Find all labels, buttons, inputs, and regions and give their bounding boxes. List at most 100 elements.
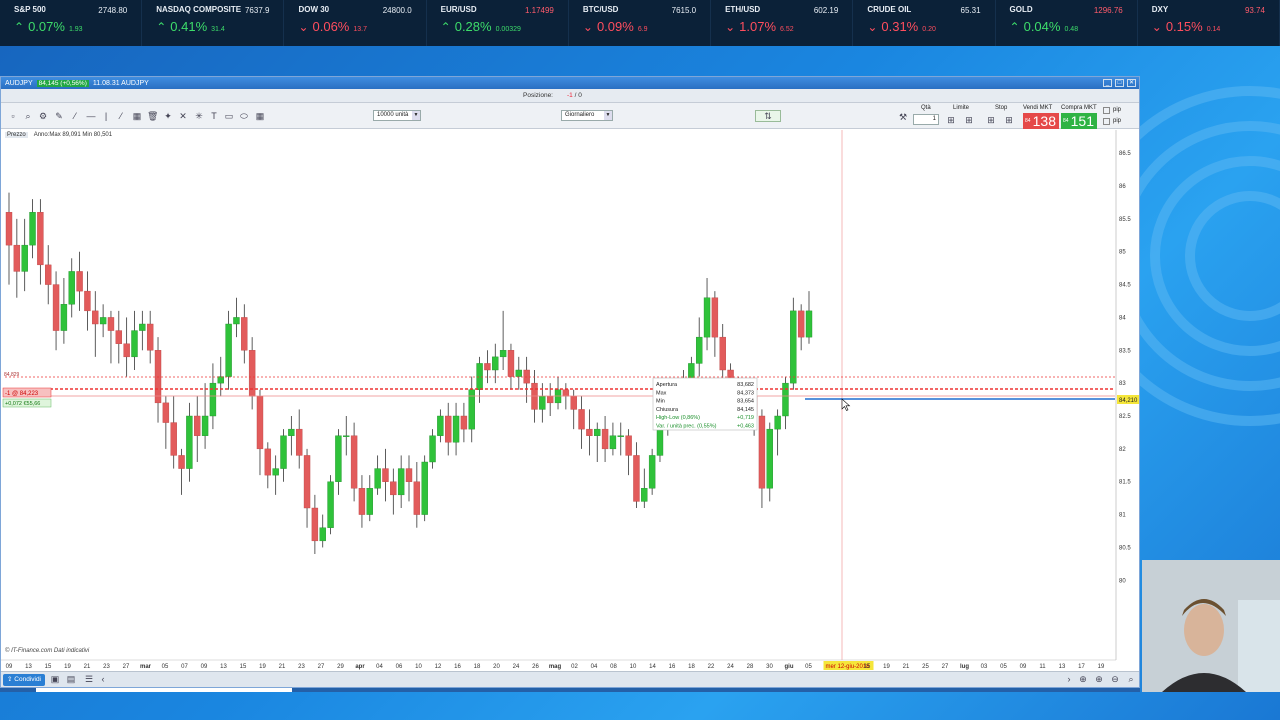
ticker-percent: 1.07% [739,19,777,34]
cursor-icon[interactable]: ▫ [7,110,19,122]
zoom-icon[interactable]: ⌕ [22,110,34,122]
trash-icon[interactable]: 🗑 [146,110,158,122]
candle-body [711,297,719,338]
candle-body [421,461,428,515]
x-tick-label: 15 [240,664,247,670]
window-time: 11.08.31 AUDJPY [92,79,149,87]
candle-body [437,415,444,436]
arrow-up-icon: ⌃ [14,20,25,34]
candle-body [264,448,272,476]
candlestick-chart[interactable]: 86.5 86 85.5 85 84.5 84 83.5 83 82.5 82 81.5 81 80.5… [1,130,1139,675]
x-tick-label: 26 [532,664,539,670]
candle-body [60,304,68,331]
wrench-icon[interactable]: ⚒ [897,111,909,123]
candle-body [186,415,193,469]
x-tick-label: 17 [1078,664,1085,670]
left-price-label: 84,829 [4,372,20,378]
ticker-item[interactable]: S&P 500 2748.80 ⌃ 0.07% 1.93 [0,0,143,46]
candle-body [507,350,515,377]
buy-market-button[interactable]: 84 151 [1061,113,1097,129]
x-tick-label: 27 [318,664,325,670]
candle-body [194,415,201,436]
fib-icon[interactable]: ✕ [177,110,189,122]
x-tick-label: 03 [981,664,988,670]
close-icon[interactable]: ✕ [1127,79,1136,87]
candle-body [492,356,499,371]
ticker-item[interactable]: EUR/USD 1.17499 ⌃ 0.28% 0.00329 [427,0,569,46]
list-icon[interactable]: ☰ [83,673,95,685]
layout-icon[interactable]: ▣ [49,673,61,685]
stop-buy-icon[interactable]: ⊞ [985,114,997,126]
sell-market-button[interactable]: 84 138 [1023,113,1059,129]
vline-icon[interactable]: | [100,110,112,122]
ticker-item[interactable]: DOW 30 24800.0 ⌄ 0.06% 13.7 [284,0,427,46]
rectangle-icon[interactable]: ▭ [223,110,235,122]
stop-pip-checkbox[interactable] [1103,107,1110,114]
zoom-fit-icon[interactable]: ⊕ [1077,673,1089,685]
ellipse-icon[interactable]: ⬭ [238,110,250,122]
x-tick-label: giu [785,664,794,670]
chevron-left-icon[interactable]: ‹ [97,673,109,685]
x-tick-label: 23 [103,664,110,670]
x-tick-label: 15 [45,664,52,670]
chevron-right-icon[interactable]: › [1063,673,1075,685]
x-tick-label: 28 [747,664,754,670]
limit-sell-icon[interactable]: ⊞ [963,114,975,126]
hline-icon[interactable]: — [85,110,97,122]
ticker-item[interactable]: ETH/USD 602.19 ⌄ 1.07% 6.52 [711,0,854,46]
ticker-item[interactable]: BTC/USD 7615.0 ⌄ 0.09% 6.9 [569,0,712,46]
period-select[interactable]: Giornaliero ▼ [561,110,613,121]
print-icon[interactable]: ▤ [65,673,77,685]
indicators-icon[interactable]: ⇅ [755,110,781,122]
x-tick-label: 21 [279,664,286,670]
ticker-change: 6.52 [780,26,794,33]
arrow-down-icon: ⌄ [298,20,309,34]
limit-pip-checkbox[interactable] [1103,118,1110,125]
position-pl: +0,072 €55,66 [5,401,40,407]
zoom-in-icon[interactable]: ⊕ [1093,673,1105,685]
arrow-down-icon: ⌄ [1151,20,1162,34]
trendline-icon[interactable]: ⁄ [69,110,81,122]
limite-label: Limite [953,105,970,111]
channel-icon[interactable]: ▦ [131,110,143,122]
candle-body [413,481,421,515]
brush-icon[interactable]: ✦ [162,110,174,122]
candle-body [594,428,601,436]
y-tick-label: 82 [1119,447,1126,453]
zoom-out-icon[interactable]: ⊖ [1109,673,1121,685]
quantity-select[interactable]: 10000 unità ▼ [373,110,421,121]
ticker-item[interactable]: DXY 93.74 ⌄ 0.15% 0.14 [1138,0,1280,46]
ticker-item[interactable]: GOLD 1296.76 ⌃ 0.04% 0.48 [996,0,1138,46]
market-ticker-bar: S&P 500 2748.80 ⌃ 0.07% 1.93 NASDAQ COMPOSITE… [0,0,1280,46]
ray-icon[interactable]: ⁄ [115,110,127,122]
candle-body [201,415,209,436]
candle-body [107,317,115,331]
ticker-change: 31.4 [211,26,225,33]
data-source-footnote: © IT-Finance.com Dati indicativi [5,648,90,654]
pencil-icon[interactable]: ✎ [53,110,65,122]
x-tick-label: 18 [688,664,695,670]
search-icon[interactable]: ⌕ [1125,673,1137,685]
text-icon[interactable]: T [208,110,220,122]
candle-body [578,409,585,430]
gann-icon[interactable]: ✳ [193,110,205,122]
ticker-item[interactable]: CRUDE OIL 65.31 ⌄ 0.31% 0.20 [853,0,996,46]
stop-sell-icon[interactable]: ⊞ [1003,114,1015,126]
scrollbar-thumb[interactable] [36,688,292,692]
x-tick-label: lug [960,664,969,670]
share-button[interactable]: ⇪ Condividi [3,674,46,686]
chart-area[interactable]: Prezzo Anno:Max 89,091 Min 80,501 86.5 86… [1,130,1139,675]
limit-buy-icon[interactable]: ⊞ [945,114,957,126]
x-tick-label: 23 [298,664,305,670]
position-value: -1 / 0 [567,92,582,99]
candle-body [570,396,577,410]
pip-label-2: pip [1113,118,1122,124]
maximize-icon[interactable]: □ [1115,79,1124,87]
window-titlebar[interactable]: AUDJPY 84,145 (+0,56%) 11.08.31 AUDJPY _… [1,77,1139,89]
grid-icon[interactable]: ▦ [254,110,266,122]
ticker-item[interactable]: NASDAQ COMPOSITE 7637.9 ⌃ 0.41% 31.4 [142,0,285,46]
qta-input[interactable]: 1 [913,114,939,125]
y-tick-label: 84.5 [1119,283,1131,289]
minimize-icon[interactable]: _ [1103,79,1112,87]
settings-icon[interactable]: ⚙ [37,110,49,122]
